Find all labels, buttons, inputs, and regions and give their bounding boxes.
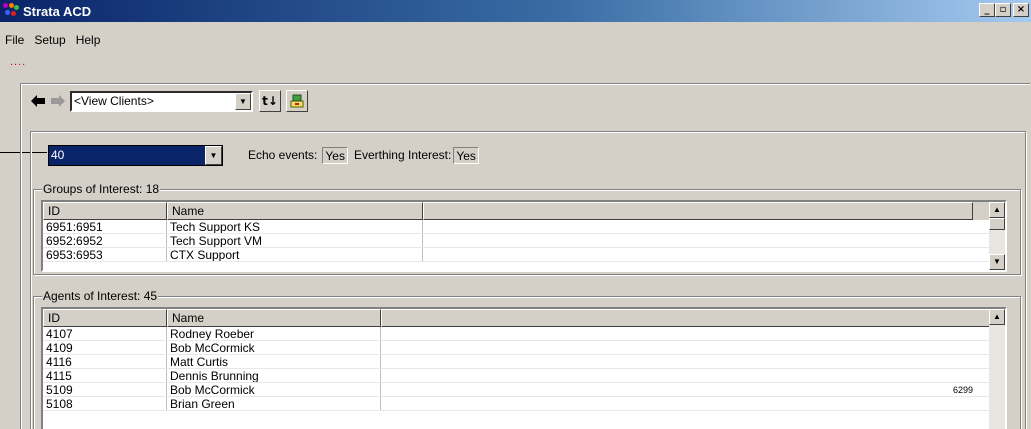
echo-events-label: Echo events:: [248, 148, 318, 162]
dropdown-arrow-icon[interactable]: ▼: [235, 92, 251, 110]
scroll-down-icon[interactable]: ▼: [989, 254, 1005, 270]
agents-list-header: ID Name: [43, 309, 1005, 327]
agent-extra: [381, 397, 991, 410]
agent-extra: 6299: [381, 383, 991, 396]
group-name: Tech Support VM: [167, 234, 423, 247]
scroll-up-icon[interactable]: ▲: [989, 309, 1005, 325]
agent-name: Rodney Roeber: [167, 327, 381, 340]
client-settings-row: 40 ▼ Echo events: Yes Everthing Interest…: [48, 144, 479, 166]
groups-scrollbar[interactable]: ▲ ▼: [989, 202, 1005, 270]
agent-id: 4115: [43, 369, 167, 382]
table-row[interactable]: 6953:6953 CTX Support: [43, 248, 1005, 262]
agent-name: Bob McCormick: [167, 383, 381, 396]
echo-events-value: Yes: [322, 146, 348, 164]
clients-button[interactable]: [286, 90, 308, 112]
group-id: 6952:6952: [43, 234, 167, 247]
agents-title: Agents of Interest: 45: [42, 289, 159, 303]
scroll-thumb[interactable]: [989, 218, 1005, 230]
table-row[interactable]: 6951:6951 Tech Support KS: [43, 220, 1005, 234]
column-header-id[interactable]: ID: [43, 309, 167, 327]
column-header-empty: [423, 202, 973, 220]
back-arrow-icon: [31, 95, 45, 107]
column-header-id[interactable]: ID: [43, 202, 167, 220]
everything-interest-value: Yes: [453, 146, 479, 164]
title-bar: Strata ACD _ ▫ ×: [0, 0, 1031, 22]
client-select[interactable]: 40 ▼: [48, 144, 223, 166]
menu-help[interactable]: Help: [71, 31, 106, 49]
agents-scrollbar[interactable]: ▲: [989, 309, 1005, 429]
client-panel: 40 ▼ Echo events: Yes Everthing Interest…: [30, 131, 1026, 429]
menu-file[interactable]: File: [0, 31, 29, 49]
agent-name: Matt Curtis: [167, 355, 381, 368]
agent-extra-value: 6299: [952, 385, 973, 395]
agent-id: 5109: [43, 383, 167, 396]
agent-name: Bob McCormick: [167, 341, 381, 354]
scroll-up-icon[interactable]: ▲: [989, 202, 1005, 218]
table-row[interactable]: 4109 Bob McCormick: [43, 341, 1005, 355]
column-header-empty: [381, 309, 991, 327]
table-row[interactable]: 4107 Rodney Roeber: [43, 327, 1005, 341]
main-panel: <View Clients> ▼ t↓ 40 ▼ Echo events: Ye…: [20, 83, 1030, 429]
app-icon: [3, 3, 19, 19]
table-row[interactable]: 4115 Dennis Brunning: [43, 369, 1005, 383]
back-button[interactable]: [28, 91, 48, 111]
status-indicator: ....: [10, 56, 27, 68]
minimize-button[interactable]: _: [979, 3, 995, 17]
agent-extra: [381, 327, 991, 340]
agent-extra: [381, 341, 991, 354]
agent-id: 4107: [43, 327, 167, 340]
everything-interest-label: Everthing Interest:: [353, 148, 452, 162]
table-row[interactable]: 6952:6952 Tech Support VM: [43, 234, 1005, 248]
view-select-value: <View Clients>: [74, 93, 154, 108]
agent-id: 4109: [43, 341, 167, 354]
table-row[interactable]: 5109 Bob McCormick 6299: [43, 383, 1005, 397]
agent-name: Brian Green: [167, 397, 381, 410]
toolbar: <View Clients> ▼ t↓: [28, 89, 308, 113]
agent-name: Dennis Brunning: [167, 369, 381, 382]
client-select-value: 40: [51, 147, 65, 162]
maximize-button[interactable]: ▫: [995, 3, 1011, 17]
view-select[interactable]: <View Clients> ▼: [70, 90, 253, 112]
agents-of-interest-group: Agents of Interest: 45 ID Name 4107 Rodn…: [33, 289, 1021, 429]
column-header-name[interactable]: Name: [167, 309, 381, 327]
agent-id: 4116: [43, 355, 167, 368]
refresh-button[interactable]: t↓: [259, 90, 281, 112]
window-title: Strata ACD: [23, 3, 92, 19]
groups-list-header: ID Name: [43, 202, 1005, 220]
group-id: 6953:6953: [43, 248, 167, 261]
table-row[interactable]: 4116 Matt Curtis: [43, 355, 1005, 369]
group-id: 6951:6951: [43, 220, 167, 233]
menu-setup[interactable]: Setup: [29, 31, 70, 49]
table-row[interactable]: 5108 Brian Green: [43, 397, 1005, 411]
agent-id: 5108: [43, 397, 167, 410]
group-name: CTX Support: [167, 248, 423, 261]
groups-of-interest-group: Groups of Interest: 18 ID Name 6951:6951…: [33, 182, 1021, 275]
close-button[interactable]: ×: [1013, 3, 1029, 17]
column-header-name[interactable]: Name: [167, 202, 423, 220]
agent-extra: [381, 369, 991, 382]
agent-extra: [381, 355, 991, 368]
groups-title: Groups of Interest: 18: [42, 182, 161, 196]
agents-list[interactable]: ID Name 4107 Rodney Roeber 4109 Bob McCo…: [41, 307, 1007, 429]
dropdown-arrow-icon[interactable]: ▼: [205, 145, 222, 165]
groups-list[interactable]: ID Name 6951:6951 Tech Support KS 6952:6…: [41, 200, 1007, 272]
menu-bar: File Setup Help: [0, 31, 105, 49]
forward-arrow-icon: [51, 95, 65, 107]
clients-icon: [290, 94, 304, 108]
group-name: Tech Support KS: [167, 220, 423, 233]
refresh-icon: t↓: [262, 94, 278, 108]
forward-button[interactable]: [48, 91, 68, 111]
